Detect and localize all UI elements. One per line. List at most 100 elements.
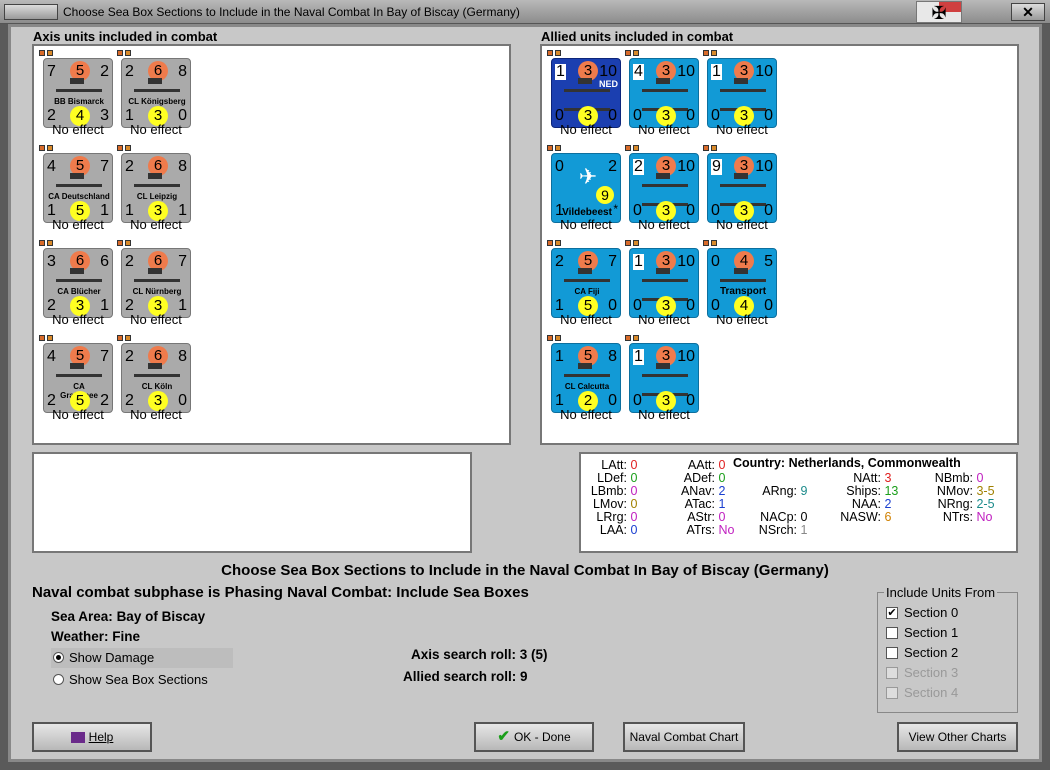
unit-marker-icon (39, 50, 45, 56)
unit-chip[interactable]: 2 6 8 CL Köln 2 3 0 (121, 343, 191, 413)
unit-name: CA Fiji (574, 287, 600, 296)
ship-icon (56, 268, 102, 282)
stat-item: NSrch: 1 (757, 523, 808, 537)
help-button[interactable]: Help (32, 722, 152, 752)
unit-name: CL Königsberg (128, 97, 186, 106)
unit-top-right: 10 (755, 158, 773, 175)
unit-chip[interactable]: 4 5 7 CA Deutschland 1 5 1 (43, 153, 113, 223)
allied-unit-counter[interactable]: 2 3 10 0 3 0 No effect (622, 145, 702, 240)
unit-chip[interactable]: 1 3 10 0 3 0 (707, 58, 777, 128)
unit-chip[interactable]: 1 3 10 NED 0 3 0 (551, 58, 621, 128)
unit-chip[interactable]: 2 5 7 CA Fiji 1 5 0 (551, 248, 621, 318)
unit-marker-icon (555, 145, 561, 151)
section-label: Section 2 (904, 645, 959, 660)
unit-chip[interactable]: 0 2 ✈ 9 * Vildebeest 1 (551, 153, 621, 223)
section-2-checkbox[interactable]: Section 2 (886, 645, 958, 660)
unit-top-left: 1 (633, 253, 644, 270)
stat-key: LRrg: (596, 510, 627, 524)
axis-unit-counter[interactable]: 3 6 6 CA Blücher 2 3 1 No effect (36, 240, 116, 335)
axis-unit-counter[interactable]: 457CAGraf Spee252No effect (36, 335, 116, 430)
unit-effect: No effect (560, 217, 612, 232)
unit-top-left: 9 (711, 158, 722, 175)
axis-unit-counter[interactable]: 2 6 8 CL Leipzig 1 3 1 No effect (114, 145, 194, 240)
country-label: Country: (733, 456, 786, 470)
view-other-charts-button[interactable]: View Other Charts (897, 722, 1018, 752)
show-damage-radio[interactable]: Show Damage (51, 648, 233, 668)
allied-unit-counter[interactable]: 1 5 8 CL Calcutta 1 2 0 No effect (544, 335, 624, 430)
unit-chip[interactable]: 457CAGraf Spee252 (43, 343, 113, 413)
unit-top-left: 0 (555, 158, 564, 175)
stat-value: 0 (718, 510, 726, 524)
axis-unit-counter[interactable]: 7 5 2 BB Bismarck 2 4 3 No effect (36, 50, 116, 145)
chart-label: Naval Combat Chart (629, 730, 739, 744)
unit-chip[interactable]: 0 4 5 Transport 0 4 0 (707, 248, 777, 318)
section-0-checkbox[interactable]: ✔ Section 0 (886, 605, 958, 620)
unit-marker-icon (633, 335, 639, 341)
stat-key: NRng: (937, 497, 973, 511)
axis-unit-counter[interactable]: 2 6 8 CL Königsberg 1 3 0 No effect (114, 50, 194, 145)
allied-unit-counter[interactable]: 1 3 10 0 3 0 No effect (622, 240, 702, 335)
allied-unit-counter[interactable]: 1 3 10 0 3 0 No effect (700, 50, 780, 145)
unit-chip[interactable]: 2 6 8 CL Königsberg 1 3 0 (121, 58, 191, 128)
window-title: Choose Sea Box Sections to Include in th… (63, 5, 520, 19)
unit-effect: No effect (716, 217, 768, 232)
unit-marker-icon (547, 240, 553, 246)
unit-marker-icon (125, 50, 131, 56)
allied-unit-counter[interactable]: 1 3 10 0 3 0 No effect (622, 335, 702, 430)
allied-unit-counter[interactable]: 0 2 ✈ 9 * Vildebeest 1 No effect (544, 145, 624, 240)
section-3-checkbox: Section 3 (886, 665, 958, 680)
unit-marker-icon (547, 50, 553, 56)
unit-chip[interactable]: 1 3 10 0 3 0 (629, 343, 699, 413)
unit-chip[interactable]: 9 3 10 0 3 0 (707, 153, 777, 223)
show-sections-label: Show Sea Box Sections (69, 672, 208, 687)
stat-value: 0 (630, 510, 638, 524)
unit-marker-icon (625, 240, 631, 246)
unit-chip[interactable]: 1 5 8 CL Calcutta 1 2 0 (551, 343, 621, 413)
unit-name: Transport (719, 286, 767, 297)
stat-value: 0 (630, 471, 638, 485)
axis-unit-counter[interactable]: 2 6 7 CL Nürnberg 2 3 1 No effect (114, 240, 194, 335)
axis-unit-counter[interactable]: 2 6 8 CL Köln 2 3 0 No effect (114, 335, 194, 430)
allied-unit-counter[interactable]: 0 4 5 Transport 0 4 0 No effect (700, 240, 780, 335)
other-charts-label: View Other Charts (908, 730, 1007, 744)
unit-chip[interactable]: 2 3 10 0 3 0 (629, 153, 699, 223)
stat-key: NAtt: (853, 471, 881, 485)
system-menu-button[interactable] (4, 4, 58, 20)
unit-marker-icon (125, 145, 131, 151)
allied-unit-counter[interactable]: 2 5 7 CA Fiji 1 5 0 No effect (544, 240, 624, 335)
allied-unit-counter[interactable]: 1 3 10 NED 0 3 0 No effect (544, 50, 624, 145)
section-1-checkbox[interactable]: Section 1 (886, 625, 958, 640)
unit-top-left: 1 (555, 63, 566, 80)
stat-key: LDef: (597, 471, 627, 485)
axis-units-panel: 7 5 2 BB Bismarck 2 4 3 No effect 2 6 8 CL Königsbe… (32, 44, 511, 445)
axis-header: Axis units included in combat (33, 29, 218, 44)
checkbox-box-icon: ✔ (886, 607, 898, 619)
unit-top-right: 10 (677, 348, 695, 365)
sea-area-label: Sea Area: (51, 609, 113, 624)
stat-item: NAA: 2 (839, 497, 892, 511)
stat-item: NAtt: 3 (839, 471, 891, 485)
naval-combat-chart-button[interactable]: Naval Combat Chart (623, 722, 745, 752)
close-button[interactable]: ✕ (1011, 3, 1045, 21)
unit-chip[interactable]: 7 5 2 BB Bismarck 2 4 3 (43, 58, 113, 128)
checkbox-box-icon (886, 647, 898, 659)
allied-unit-counter[interactable]: 4 3 10 0 3 0 No effect (622, 50, 702, 145)
unit-chip[interactable]: 1 3 10 0 3 0 (629, 248, 699, 318)
stat-item: ATac: 1 (673, 497, 726, 511)
stat-item: NTrs: No (929, 510, 993, 524)
unit-effect: No effect (716, 122, 768, 137)
unit-marker-icon (47, 145, 53, 151)
unit-chip[interactable]: 2 6 8 CL Leipzig 1 3 1 (121, 153, 191, 223)
unit-chip[interactable]: 4 3 10 0 3 0 (629, 58, 699, 128)
axis-unit-counter[interactable]: 4 5 7 CA Deutschland 1 5 1 No effect (36, 145, 116, 240)
ok-done-button[interactable]: ✔ OK - Done (474, 722, 594, 752)
unit-chip[interactable]: 2 6 7 CL Nürnberg 2 3 1 (121, 248, 191, 318)
help-label: Help (88, 730, 114, 744)
unit-name: CL Nürnberg (132, 287, 182, 296)
unit-top-right: 8 (178, 348, 187, 365)
show-sections-radio[interactable]: Show Sea Box Sections (51, 670, 233, 690)
unit-chip[interactable]: 3 6 6 CA Blücher 2 3 1 (43, 248, 113, 318)
unit-effect: No effect (638, 312, 690, 327)
allied-unit-counter[interactable]: 9 3 10 0 3 0 No effect (700, 145, 780, 240)
unit-marker-icon (703, 145, 709, 151)
